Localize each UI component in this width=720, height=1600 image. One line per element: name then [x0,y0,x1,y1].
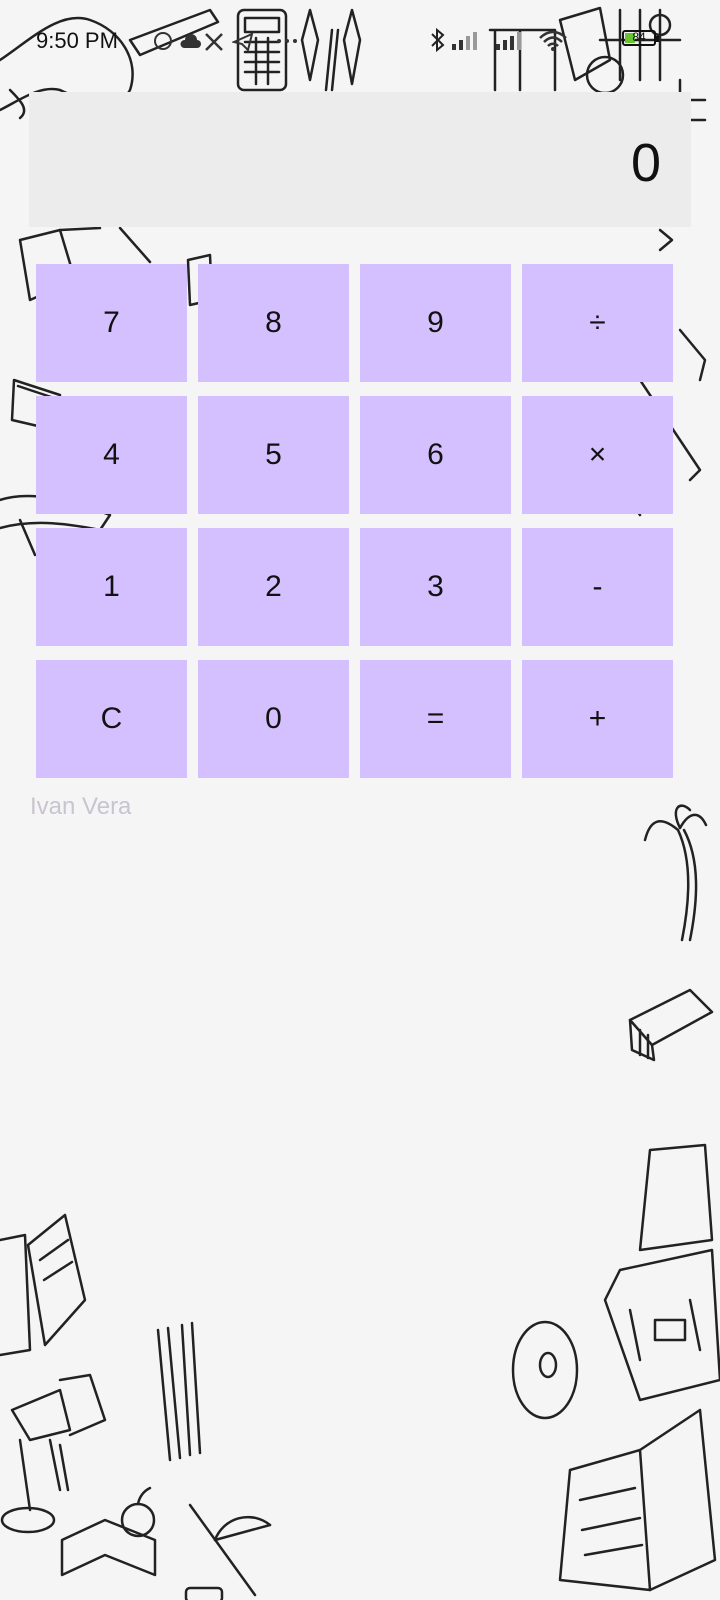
battery-level: 84 [632,30,646,44]
key-subtract[interactable]: - [522,528,673,646]
signal-icon [452,32,477,50]
key-clear[interactable]: C [36,660,187,778]
key-divide[interactable]: ÷ [522,264,673,382]
bluetooth-icon [431,28,445,52]
key-9[interactable]: 9 [360,264,511,382]
telegram-icon [232,32,254,52]
key-7[interactable]: 7 [36,264,187,382]
key-equals[interactable]: = [360,660,511,778]
more-icon [277,39,297,43]
x-icon [205,33,223,51]
key-6[interactable]: 6 [360,396,511,514]
key-1[interactable]: 1 [36,528,187,646]
key-4[interactable]: 4 [36,396,187,514]
result-display: 0 [29,92,691,227]
key-8[interactable]: 8 [198,264,349,382]
key-5[interactable]: 5 [198,396,349,514]
key-multiply[interactable]: × [522,396,673,514]
cloud-icon [180,34,201,48]
key-2[interactable]: 2 [198,528,349,646]
status-bar: 9:50 PM 84 [0,0,720,80]
whatsapp-icon [154,32,172,50]
key-3[interactable]: 3 [360,528,511,646]
display-value: 0 [630,133,661,193]
author-credit: Ivan Vera [30,793,132,820]
battery-icon: 84 [622,30,659,46]
status-time: 9:50 PM [36,28,118,53]
wifi-icon [539,30,567,51]
key-0[interactable]: 0 [198,660,349,778]
key-add[interactable]: + [522,660,673,778]
signal-icon [496,32,521,50]
